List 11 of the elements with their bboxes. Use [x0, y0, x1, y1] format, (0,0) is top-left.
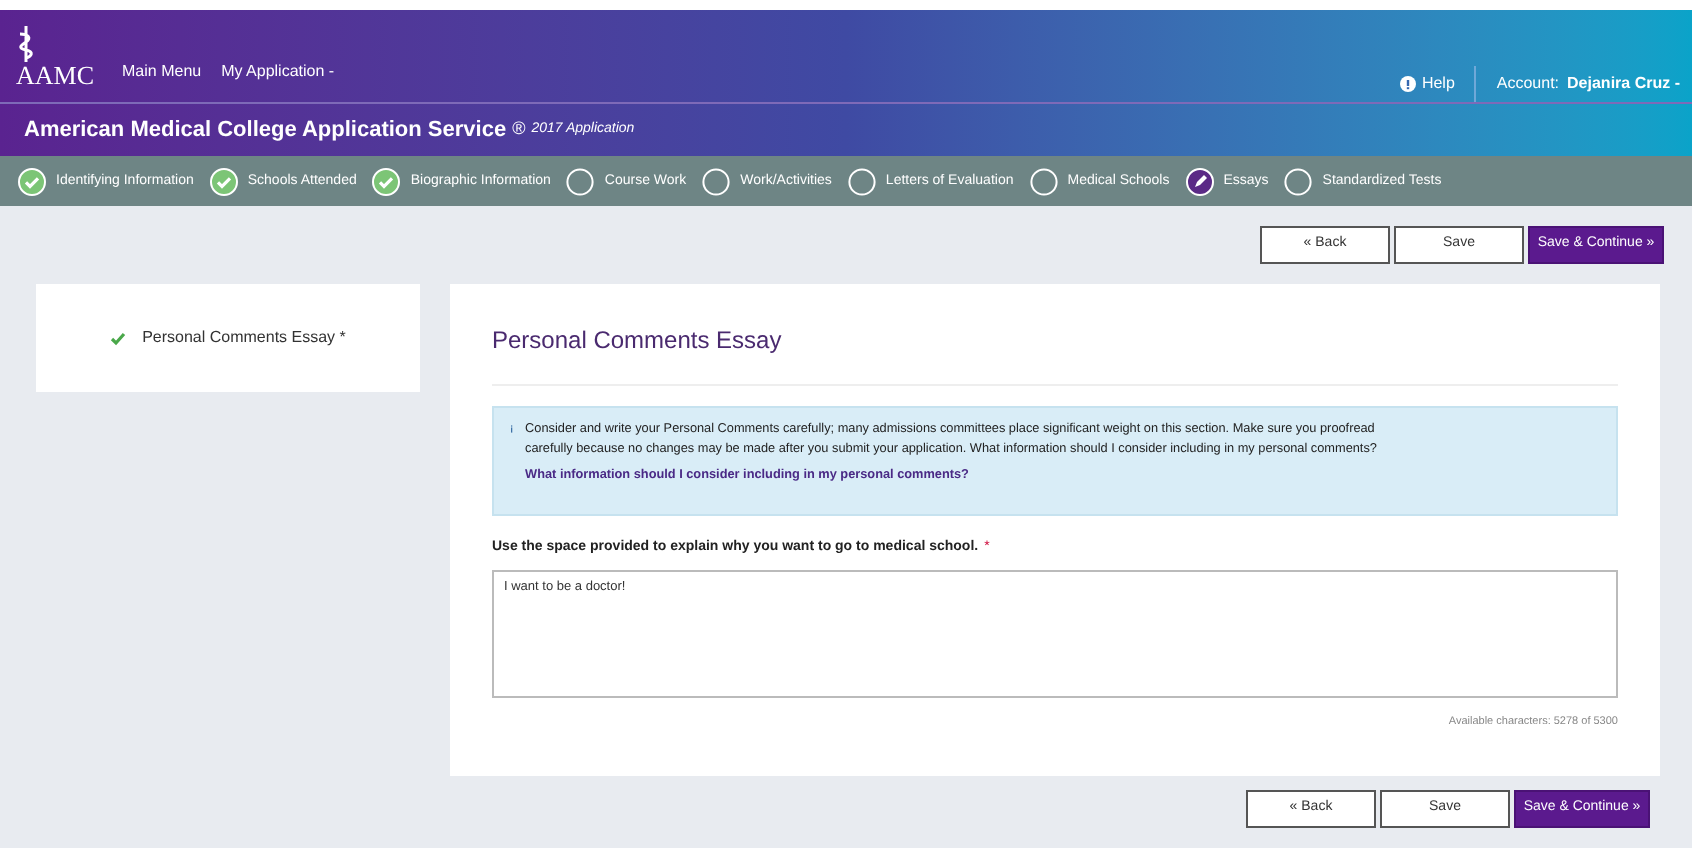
page-title: American Medical College Application Service: [24, 115, 507, 146]
nav-link[interactable]: My Application -: [221, 60, 335, 84]
help-icon: [1399, 76, 1416, 92]
account-label: Account:: [1496, 72, 1560, 96]
sidebar-item[interactable]: Personal Comments Essay *: [142, 326, 346, 350]
registered-mark: ®: [512, 116, 526, 143]
help-link[interactable]: Help: [1421, 72, 1455, 96]
caduceus-icon: [16, 26, 36, 62]
nav-link[interactable]: Main Menu: [122, 60, 202, 84]
section-heading: Personal Comments Essay: [492, 322, 1618, 386]
logo-text: AAMC: [16, 62, 95, 88]
